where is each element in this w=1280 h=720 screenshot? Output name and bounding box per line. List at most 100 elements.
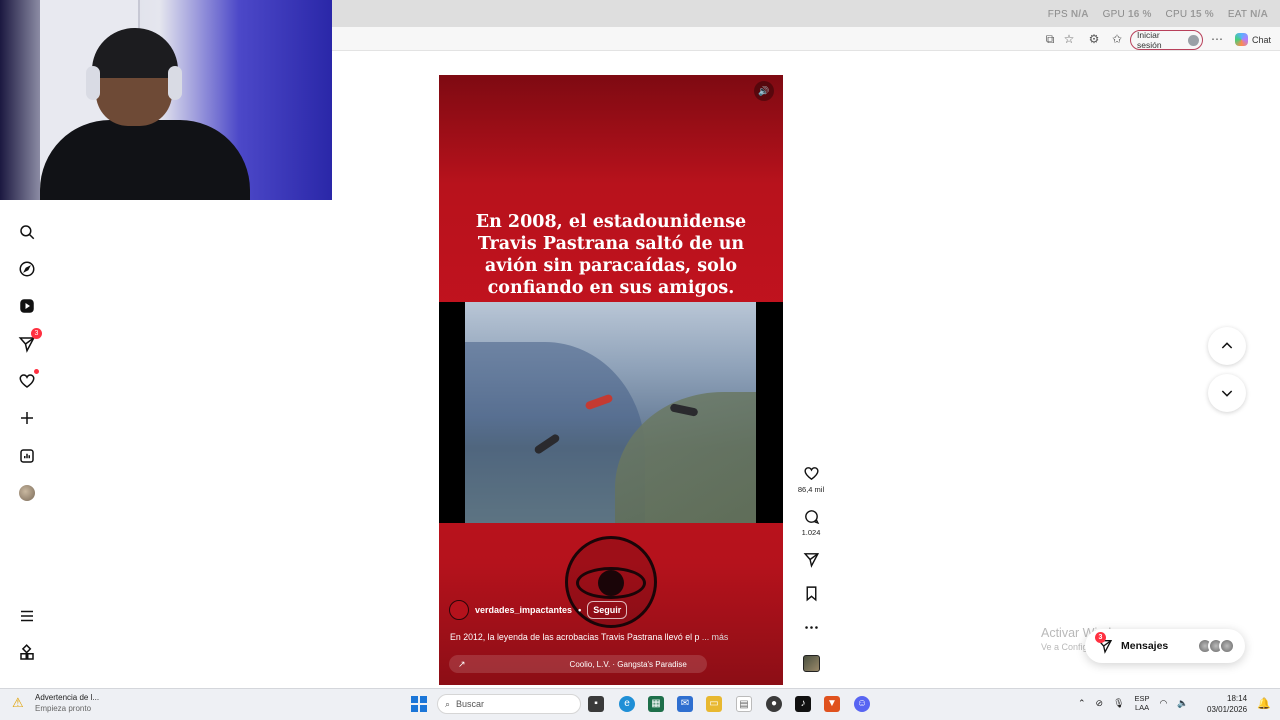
search-icon xyxy=(20,225,35,240)
warning-icon: ⚠ xyxy=(12,695,24,710)
reels-icon xyxy=(20,299,34,313)
video-frame xyxy=(439,302,783,523)
signin-button[interactable]: Iniciar sesión xyxy=(1130,30,1203,50)
messages-label: Mensajes xyxy=(1121,640,1169,652)
send-icon xyxy=(803,553,819,568)
skydiving-footage xyxy=(465,302,756,523)
favorite-star-icon[interactable]: ☆ xyxy=(1062,32,1076,46)
messages-icon: 3 xyxy=(1095,632,1113,654)
previous-reel-button[interactable] xyxy=(1208,327,1246,365)
microphone-icon[interactable]: 🎙 xyxy=(1113,698,1124,709)
messages-drawer-button[interactable]: 3 Mensajes xyxy=(1085,629,1245,663)
hamburger-icon xyxy=(21,610,33,622)
messages-badge: 3 xyxy=(1095,632,1106,643)
tiktok-icon[interactable]: ♪ xyxy=(795,696,811,712)
fps-stat: FPS N/A xyxy=(1047,9,1089,20)
search-nav-button[interactable] xyxy=(17,222,37,242)
language-indicator[interactable]: ESP LAA xyxy=(1135,694,1150,712)
messages-badge: 3 xyxy=(31,328,42,339)
heart-icon xyxy=(803,467,819,481)
discord-icon[interactable]: ☺ xyxy=(854,696,870,712)
clock-date: 03/01/2026 xyxy=(1207,705,1248,714)
comment-count: 1.024 xyxy=(801,528,821,537)
chevron-down-icon xyxy=(1221,390,1233,397)
profile-icon xyxy=(1188,34,1199,46)
profile-nav-button[interactable] xyxy=(17,483,37,503)
dashboard-nav-button[interactable] xyxy=(17,446,37,466)
share-button[interactable] xyxy=(796,551,826,571)
outlook-icon[interactable]: ✉ xyxy=(677,696,693,712)
task-view-icon[interactable]: ▪ xyxy=(588,696,604,712)
more-options-button[interactable] xyxy=(796,619,826,639)
weather-widget[interactable]: ⚠ Advertencia de l... Empieza pronto xyxy=(12,693,99,713)
ellipsis-icon xyxy=(804,626,818,629)
edge-icon[interactable]: e xyxy=(619,696,635,712)
copilot-icon xyxy=(1235,33,1248,46)
comment-icon xyxy=(804,510,819,525)
bookmark-icon xyxy=(806,586,816,602)
explore-nav-button[interactable] xyxy=(17,259,37,279)
comment-button[interactable]: 1.024 xyxy=(796,508,826,537)
save-button[interactable] xyxy=(796,585,826,605)
like-count: 86,4 mil xyxy=(797,485,825,494)
start-button[interactable] xyxy=(411,696,427,712)
author-username[interactable]: verdades_impactantes xyxy=(475,605,572,615)
reel-author: verdades_impactantes • Seguir xyxy=(449,600,628,620)
eat-stat: EAT N/A xyxy=(1227,9,1268,20)
more-nav-button[interactable] xyxy=(17,606,37,626)
store-icon[interactable]: ▦ xyxy=(648,696,664,712)
follow-button[interactable]: Seguir xyxy=(587,601,628,619)
weather-subtitle: Empieza pronto xyxy=(35,704,92,713)
speaker-icon[interactable]: 🔈 xyxy=(1177,698,1188,709)
notification-bell-icon[interactable]: 🔔 xyxy=(1257,697,1271,710)
separator-dot: • xyxy=(578,605,582,615)
reel-description: En 2012, la leyenda de las acrobacias Tr… xyxy=(450,632,770,642)
chevron-up-icon[interactable]: ⌃ xyxy=(1078,698,1086,709)
notification-dot xyxy=(34,369,39,374)
file-explorer-icon[interactable]: ▭ xyxy=(706,696,722,712)
copilot-label: Chat xyxy=(1252,34,1272,45)
weather-title: Advertencia de l... xyxy=(35,693,100,702)
brave-icon[interactable]: ▼ xyxy=(824,696,840,712)
cpu-stat: CPU 15 % xyxy=(1165,9,1214,20)
taskbar-search[interactable]: ⌕ Buscar xyxy=(437,694,581,714)
chart-icon xyxy=(20,449,34,463)
recent-contacts-avatars xyxy=(1197,638,1235,654)
meta-apps-nav-button[interactable] xyxy=(17,643,37,663)
reel-video[interactable]: 🔊 En 2008, el estadounidense Travis Past… xyxy=(439,75,783,685)
favorites-icon[interactable]: ✩ xyxy=(1110,32,1124,46)
messages-nav-button[interactable]: 3 xyxy=(17,328,42,354)
notepad-icon[interactable]: ▤ xyxy=(736,696,752,712)
audio-link[interactable]: ↗ Coolio, L.V. · Gangsta's Paradise xyxy=(449,655,707,673)
reels-nav-button[interactable] xyxy=(17,296,37,316)
obs-icon[interactable]: ● xyxy=(766,696,782,712)
search-icon: ⌕ xyxy=(445,698,451,709)
notifications-nav-button[interactable] xyxy=(17,369,39,391)
volume-icon[interactable]: 🔊 xyxy=(754,81,774,101)
network-off-icon[interactable]: ⊘ xyxy=(1096,698,1104,709)
copilot-button[interactable]: Chat xyxy=(1235,33,1271,46)
extensions-icon[interactable]: ⚙ xyxy=(1087,32,1101,46)
description-text: En 2012, la leyenda de las acrobacias Tr… xyxy=(450,632,700,642)
next-reel-button[interactable] xyxy=(1208,374,1246,412)
split-screen-icon[interactable]: ⧉ xyxy=(1043,32,1057,46)
clock[interactable]: 18:14 03/01/2026 xyxy=(1207,693,1247,715)
audio-thumbnail xyxy=(802,655,820,672)
plus-icon xyxy=(21,412,33,424)
arrow-up-right-icon: ↗ xyxy=(458,658,466,669)
more-link[interactable]: ... más xyxy=(702,632,728,642)
more-menu-icon[interactable]: ⋯ xyxy=(1210,32,1224,46)
audio-thumbnail-button[interactable] xyxy=(796,655,826,672)
create-nav-button[interactable] xyxy=(17,408,37,428)
like-button[interactable]: 86,4 mil xyxy=(796,465,826,494)
clock-time: 18:14 xyxy=(1227,694,1248,703)
chevron-up-icon xyxy=(1221,342,1233,349)
heart-icon xyxy=(19,374,35,388)
author-avatar[interactable] xyxy=(449,600,469,620)
song-title: Coolio, L.V. · Gangsta's Paradise xyxy=(569,659,687,669)
reel-caption: En 2008, el estadounidense Travis Pastra… xyxy=(475,212,747,298)
compass-icon xyxy=(19,261,35,277)
gpu-stat: GPU 16 % xyxy=(1102,9,1152,20)
wifi-icon[interactable]: ◠ xyxy=(1160,698,1168,709)
system-tray: ⌃ ⊘ 🎙 ESP LAA ◠ 🔈 xyxy=(1078,694,1189,712)
